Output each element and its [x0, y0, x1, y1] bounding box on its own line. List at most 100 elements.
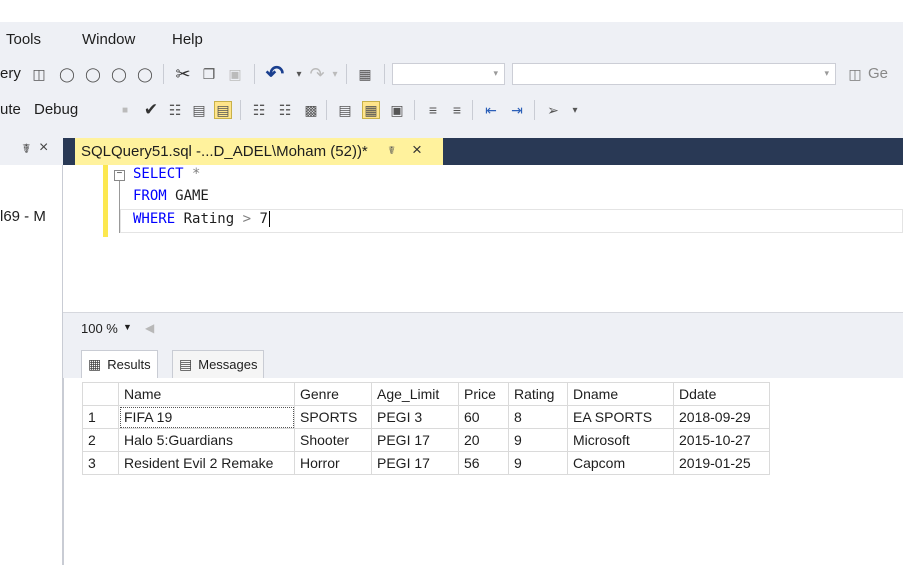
table-row[interactable]: 1 FIFA 19 SPORTS PEGI 3 60 8 EA SPORTS 2…	[82, 405, 770, 429]
copy-icon[interactable]: ❐	[200, 65, 218, 83]
grid-cell[interactable]: EA SPORTS	[567, 405, 674, 429]
scroll-left-icon[interactable]: ◀	[145, 321, 154, 335]
grid-cell[interactable]: Shooter	[294, 428, 372, 452]
row-number[interactable]: 2	[82, 428, 119, 452]
dmx-query-icon[interactable]: ◯	[84, 65, 102, 83]
grid-cell[interactable]: Horror	[294, 451, 372, 475]
dax-query-icon[interactable]: ◯	[136, 65, 154, 83]
collapse-toggle-icon[interactable]: −	[114, 170, 125, 181]
comment-icon[interactable]: ≡	[424, 101, 442, 119]
tab-messages[interactable]: ▤ Messages	[172, 350, 265, 378]
tab-results[interactable]: ▦ Results	[81, 350, 158, 378]
undo-icon[interactable]: ↶	[266, 61, 284, 86]
title-strip	[0, 0, 903, 22]
new-query-label[interactable]: ery	[0, 65, 21, 82]
xmla-query-icon[interactable]: ◯	[110, 65, 128, 83]
table-row[interactable]: 3 Resident Evil 2 Remake Horror PEGI 17 …	[82, 451, 770, 475]
grid-cell[interactable]: 2018-09-29	[673, 405, 770, 429]
results-to-text-icon[interactable]: ▤	[336, 101, 354, 119]
grid-cell[interactable]: 56	[458, 451, 509, 475]
menu-help[interactable]: Help	[172, 31, 203, 48]
live-stats-icon[interactable]: ☷	[276, 101, 294, 119]
grid-cell[interactable]: 2015-10-27	[673, 428, 770, 452]
tab-title: SQLQuery51.sql -...D_ADEL\Moham (52))*	[81, 143, 368, 160]
solution-config-dropdown[interactable]: ▾	[392, 63, 505, 85]
grid-cell[interactable]: Resident Evil 2 Remake	[118, 451, 295, 475]
grid-cell[interactable]: Halo 5:Guardians	[118, 428, 295, 452]
estimated-plan-icon[interactable]: ☷	[166, 101, 184, 119]
grid-cell[interactable]: 9	[508, 428, 568, 452]
separator	[163, 64, 164, 84]
client-stats-icon[interactable]: ▩	[302, 101, 320, 119]
grid-cell[interactable]: 20	[458, 428, 509, 452]
column-header[interactable]: Ddate	[673, 382, 770, 406]
toolbar-overflow-icon[interactable]: ▾	[566, 101, 584, 119]
include-plan-icon[interactable]: ☷	[250, 101, 268, 119]
query-options-icon[interactable]: ▤	[190, 101, 208, 119]
grid-cell[interactable]: 9	[508, 451, 568, 475]
redo-dropdown-icon[interactable]: ▾	[326, 65, 344, 83]
zoom-level[interactable]: 100 %	[81, 321, 118, 336]
query-editor[interactable]: − SELECT * FROM GAME WHERE Rating > 7	[63, 165, 903, 312]
column-header[interactable]: Name	[118, 382, 295, 406]
results-tab-strip: ▦ Results ▤ Messages	[63, 342, 903, 378]
stop-icon[interactable]: ■	[116, 101, 134, 119]
specify-values-icon[interactable]: ➢	[544, 101, 562, 119]
find-dropdown[interactable]: ▾	[512, 63, 836, 85]
mdx-query-icon[interactable]: ◯	[58, 65, 76, 83]
grid-cell[interactable]: 2019-01-25	[673, 451, 770, 475]
messages-icon: ▤	[179, 356, 193, 372]
general-label[interactable]: Ge	[868, 65, 888, 82]
row-number[interactable]: 3	[82, 451, 119, 475]
code-line-2: FROM GAME	[133, 188, 209, 204]
close-tab-icon[interactable]: ×	[412, 140, 422, 160]
server-node-label[interactable]: l69 - M	[0, 208, 46, 225]
grid-cell[interactable]: Capcom	[567, 451, 674, 475]
activity-monitor-icon[interactable]: ▦	[356, 65, 374, 83]
redo-icon[interactable]: ↷	[308, 64, 326, 84]
grid-cell[interactable]: PEGI 17	[371, 428, 459, 452]
column-header[interactable]: Age_Limit	[371, 382, 459, 406]
separator	[534, 100, 535, 120]
pin-tab-icon[interactable]: ☤	[388, 144, 395, 157]
grid-cell[interactable]: PEGI 17	[371, 451, 459, 475]
debug-button[interactable]: Debug	[34, 101, 78, 118]
menu-tools[interactable]: Tools	[6, 31, 41, 48]
zoom-dropdown-icon[interactable]: ▼	[123, 322, 132, 332]
column-header[interactable]: Rating	[508, 382, 568, 406]
row-number-header[interactable]	[82, 382, 119, 406]
column-header[interactable]: Genre	[294, 382, 372, 406]
results-to-file-icon[interactable]: ▣	[388, 101, 406, 119]
db-engine-query-icon[interactable]: ◫	[30, 65, 48, 83]
results-to-grid-icon[interactable]: ▦	[362, 101, 380, 119]
intellisense-icon[interactable]: ▤	[214, 101, 232, 119]
increase-indent-icon[interactable]: ⇥	[508, 101, 526, 119]
paste-icon[interactable]: ▣	[226, 65, 244, 83]
cut-icon[interactable]: ✂	[174, 64, 192, 84]
parse-check-icon[interactable]: ✔	[142, 100, 160, 119]
grid-cell[interactable]: FIFA 19	[118, 405, 295, 429]
column-header[interactable]: Price	[458, 382, 509, 406]
ssms-window: Tools Window Help ery ◫ ◯ ◯ ◯ ◯ ✂ ❐ ▣ ↶ …	[0, 0, 903, 565]
decrease-indent-icon[interactable]: ⇤	[482, 101, 500, 119]
grid-icon: ▦	[88, 356, 102, 372]
grid-cell[interactable]: SPORTS	[294, 405, 372, 429]
grid-cell[interactable]: 60	[458, 405, 509, 429]
undo-dropdown-icon[interactable]: ▾	[290, 65, 308, 83]
change-marker	[103, 165, 108, 237]
row-number[interactable]: 1	[82, 405, 119, 429]
tab-sqlquery51[interactable]: SQLQuery51.sql -...D_ADEL\Moham (52))* ☤…	[75, 138, 443, 165]
results-grid: Name Genre Age_Limit Price Rating Dname …	[82, 382, 770, 475]
execute-button[interactable]: ute	[0, 101, 21, 118]
find-in-files-icon[interactable]: ◫	[846, 65, 864, 83]
column-header[interactable]: Dname	[567, 382, 674, 406]
close-icon[interactable]: ×	[39, 139, 48, 157]
grid-cell[interactable]: PEGI 3	[371, 405, 459, 429]
uncomment-icon[interactable]: ≡	[448, 101, 466, 119]
grid-cell[interactable]: Microsoft	[567, 428, 674, 452]
table-row[interactable]: 2 Halo 5:Guardians Shooter PEGI 17 20 9 …	[82, 428, 770, 452]
pin-icon[interactable]: ☤	[22, 141, 31, 157]
menu-window[interactable]: Window	[82, 31, 135, 48]
code-line-1: SELECT *	[133, 166, 201, 182]
grid-cell[interactable]: 8	[508, 405, 568, 429]
